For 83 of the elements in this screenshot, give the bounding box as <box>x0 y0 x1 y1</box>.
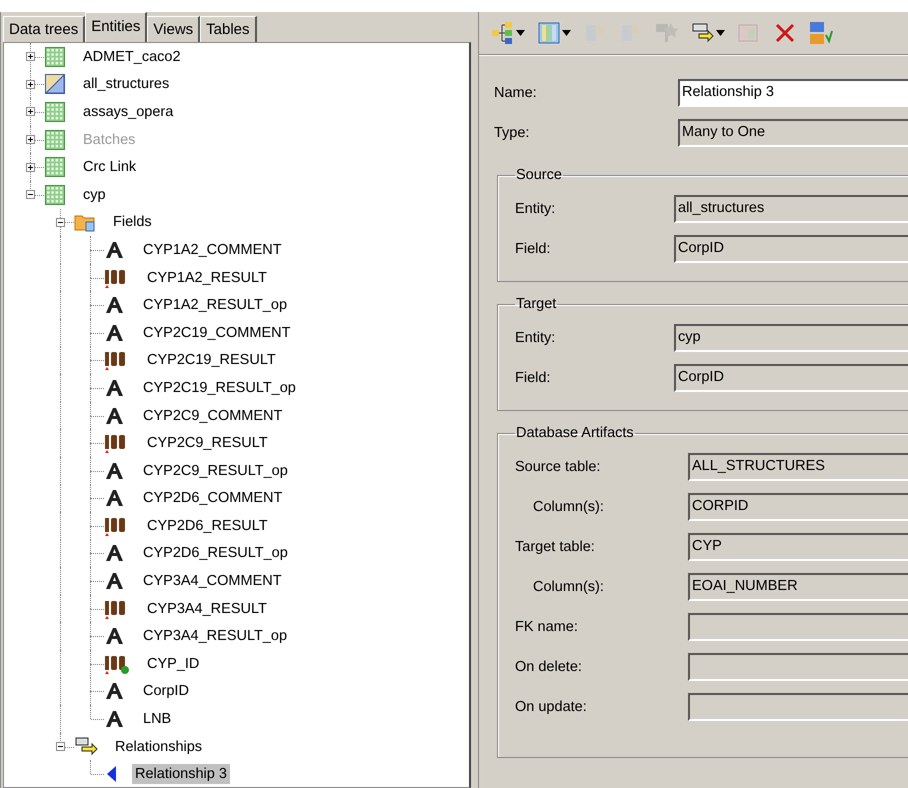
sort-icon <box>809 21 833 45</box>
field-label: Type: <box>494 125 530 141</box>
input-field[interactable]: all_structures <box>674 195 908 223</box>
dropdown-caret-icon <box>562 30 571 36</box>
group-title: Source <box>515 167 563 183</box>
tree-item[interactable]: CYP3A4_COMMENT <box>140 571 285 592</box>
tree-item[interactable]: CYP2D6_COMMENT <box>140 488 286 508</box>
input-field[interactable]: cyp <box>674 324 908 352</box>
input-field[interactable]: CYP <box>688 533 908 561</box>
field-label: Source table: <box>515 459 602 475</box>
expand-toggle[interactable] <box>26 80 35 89</box>
group-title: Target <box>515 296 558 312</box>
tree-item[interactable]: ADMET_caco2 <box>80 46 184 67</box>
table-grid-icon <box>44 156 66 178</box>
tree-item[interactable]: Crc Link <box>80 157 140 178</box>
dropdown-caret-icon <box>516 30 525 36</box>
field-label: Name: <box>494 85 538 101</box>
expand-toggle[interactable] <box>26 190 35 200</box>
columns-icon <box>537 21 561 45</box>
tree-item[interactable]: all_structures <box>80 74 172 94</box>
tree-item[interactable]: CYP2C9_RESULT_op <box>140 460 291 481</box>
tree-item[interactable]: CYP2C9_COMMENT <box>140 406 286 426</box>
input-field[interactable] <box>688 613 908 641</box>
relationships-icon <box>74 736 98 758</box>
field-label: Target table: <box>515 539 596 555</box>
tree-item[interactable]: CYP2C9_RESULT <box>144 433 271 454</box>
field-label: Entity: <box>515 201 556 217</box>
field-label: On update: <box>515 699 588 715</box>
tab[interactable]: Tables <box>200 16 257 42</box>
input-field[interactable]: Relationship 3 <box>678 79 908 107</box>
field-label: Entity: <box>515 330 556 346</box>
field-label: Field: <box>515 241 552 257</box>
field-label: Column(s): <box>532 499 605 515</box>
input-field[interactable] <box>688 653 908 681</box>
tree-item[interactable]: CYP2C19_RESULT_op <box>140 378 299 398</box>
field-label: On delete: <box>515 659 583 675</box>
relationship-icon <box>691 21 715 45</box>
dropdown-caret-icon <box>716 30 725 36</box>
input-field[interactable]: EOAI_NUMBER <box>688 573 908 601</box>
star-flag-icon <box>655 21 679 45</box>
tab[interactable]: Views <box>147 16 200 42</box>
tree-item[interactable]: CYP1A2_RESULT <box>144 268 270 288</box>
tree-item[interactable]: CYP2C19_RESULT <box>144 350 279 370</box>
hierarchy-icon <box>491 21 515 45</box>
tree-item[interactable]: Relationship 3 <box>132 764 230 784</box>
table-grid-icon <box>44 184 66 206</box>
tree-item[interactable]: CYP2D6_RESULT_op <box>140 543 291 564</box>
group-title: Database Artifacts <box>515 425 635 441</box>
table-grid-icon <box>44 128 66 151</box>
table-grid-icon <box>44 100 66 123</box>
tree-item[interactable]: CYP1A2_COMMENT <box>140 240 285 260</box>
expand-toggle[interactable] <box>26 52 35 62</box>
expand-toggle[interactable] <box>56 742 65 752</box>
tree-item[interactable]: CYP_ID <box>144 654 202 674</box>
tree-item[interactable]: LNB <box>140 709 174 730</box>
tree-item[interactable]: CorpID <box>140 681 192 702</box>
input-field[interactable]: CorpID <box>674 364 908 392</box>
tree-item[interactable]: CYP2D6_RESULT <box>144 516 271 536</box>
tree-item[interactable]: cyp <box>80 184 109 205</box>
expand-toggle[interactable] <box>26 107 35 116</box>
tree-item[interactable]: Relationships <box>112 736 206 757</box>
input-field[interactable]: CORPID <box>688 493 908 521</box>
tab[interactable]: Data trees <box>3 16 86 42</box>
tree-item[interactable]: CYP3A4_RESULT_op <box>140 626 290 646</box>
field-label: Field: <box>515 370 552 386</box>
input-field[interactable]: Many to One <box>678 119 908 147</box>
field-label: Column(s): <box>532 579 605 595</box>
delete-icon <box>773 21 797 45</box>
structure-table-icon <box>44 73 66 96</box>
field-label: FK name: <box>515 619 579 635</box>
expand-toggle[interactable] <box>56 218 65 227</box>
tree-item[interactable]: assays_opera <box>80 102 176 122</box>
expand-toggle[interactable] <box>26 162 35 172</box>
tree-item[interactable]: CYP1A2_RESULT_op <box>140 295 290 316</box>
input-field[interactable] <box>688 693 908 721</box>
table-grid-icon <box>44 46 66 68</box>
input-field[interactable]: CorpID <box>674 235 908 263</box>
tab[interactable]: Entities <box>85 12 148 42</box>
input-field[interactable]: ALL_STRUCTURES <box>688 453 908 481</box>
tree-item[interactable]: CYP2C19_COMMENT <box>140 322 294 343</box>
toolbar-button[interactable] <box>489 19 527 47</box>
tree-item[interactable]: CYP3A4_RESULT <box>144 598 270 619</box>
tree-item[interactable]: Fields <box>110 212 155 232</box>
